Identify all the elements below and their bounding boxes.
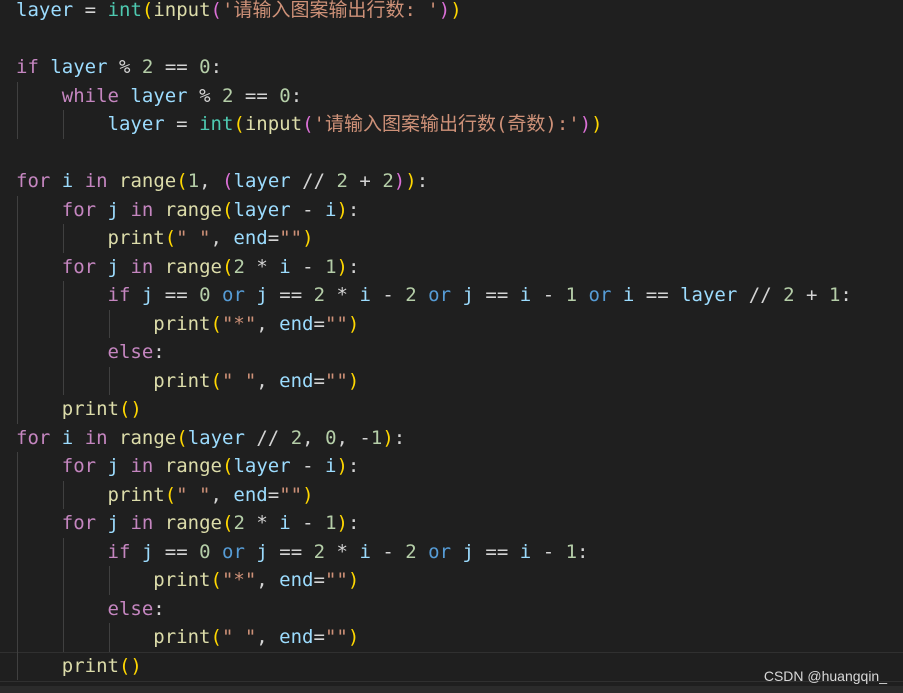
- code-text: print(" ", end=""): [153, 369, 360, 392]
- code-line[interactable]: for j in range(2 * i - 1):: [16, 509, 852, 538]
- code-line[interactable]: layer = int(input('请输入图案输出行数(奇数):')): [16, 110, 852, 139]
- code-line[interactable]: print(): [16, 395, 852, 424]
- watermark: CSDN @huangqin_: [763, 668, 887, 684]
- code-text: for i in range(layer // 2, 0, -1):: [16, 426, 406, 449]
- code-line[interactable]: print(" ", end=""): [16, 623, 852, 652]
- indent-guide: [17, 81, 18, 110]
- code-editor[interactable]: layer = int(input('请输入图案输出行数: ')) if laye…: [0, 0, 903, 693]
- code-text: if layer % 2 == 0:: [16, 56, 223, 78]
- indent-guide: [62, 623, 64, 652]
- indent-guide: [17, 594, 18, 623]
- indent-guide: [108, 623, 110, 652]
- indent-guide: [17, 395, 18, 424]
- code-line[interactable]: while layer % 2 == 0:: [16, 81, 852, 110]
- code-text: else:: [107, 597, 165, 620]
- code-line[interactable]: layer = int(input('请输入图案输出行数: ')): [16, 0, 852, 25]
- indent-guide: [17, 224, 18, 253]
- code-text: if j == 0 or j == 2 * i - 2 or j == i - …: [107, 540, 589, 563]
- code-area[interactable]: layer = int(input('请输入图案输出行数: ')) if laye…: [0, 0, 903, 682]
- indent-guide: [62, 281, 64, 310]
- code-text: else:: [107, 341, 165, 363]
- code-line[interactable]: for i in range(layer // 2, 0, -1):: [16, 424, 852, 453]
- code-text: while layer % 2 == 0:: [61, 84, 303, 107]
- code-text: for j in range(2 * i - 1):: [61, 255, 360, 278]
- indent-guide: [17, 110, 18, 139]
- indent-guide: [62, 338, 64, 367]
- indent-guide: [62, 537, 64, 566]
- code-line[interactable]: print("*", end=""): [16, 309, 852, 338]
- code-line[interactable]: print(" ", end=""): [16, 224, 852, 253]
- code-text: print(" ", end=""): [107, 227, 314, 249]
- indent-guide: [17, 366, 18, 395]
- indent-guide: [17, 281, 18, 310]
- code-line[interactable]: for j in range(2 * i - 1):: [16, 252, 852, 281]
- indent-guide: [17, 623, 18, 652]
- code-text: print("*", end=""): [153, 312, 360, 335]
- editor-bottom-bar: [0, 686, 903, 693]
- code-text: print("*", end=""): [153, 569, 360, 591]
- code-line[interactable]: else:: [16, 594, 852, 623]
- indent-guide: [17, 338, 18, 367]
- code-text: print(" ", end=""): [107, 483, 314, 506]
- code-line[interactable]: print(" ", end=""): [16, 366, 852, 395]
- code-text: for i in range(1, (layer // 2 + 2)):: [16, 170, 429, 192]
- indent-guide: [17, 195, 18, 224]
- indent-guide: [17, 309, 18, 338]
- indent-guide: [17, 252, 18, 281]
- code-line[interactable]: for i in range(1, (layer // 2 + 2)):: [16, 167, 852, 196]
- code-line[interactable]: for j in range(layer - i):: [16, 452, 852, 481]
- code-line[interactable]: if j == 0 or j == 2 * i - 2 or j == i - …: [16, 537, 852, 566]
- code-text: if j == 0 or j == 2 * i - 2 or j == i - …: [107, 284, 852, 306]
- code-line[interactable]: for j in range(layer - i):: [16, 195, 852, 224]
- indent-guide: [62, 566, 64, 595]
- code-text: print(" ", end=""): [153, 626, 360, 648]
- indent-guide: [17, 452, 18, 481]
- code-line[interactable]: if layer % 2 == 0:: [16, 53, 852, 82]
- code-line[interactable]: [16, 25, 852, 54]
- indent-guide: [62, 594, 64, 623]
- indent-guide: [17, 509, 18, 538]
- code-text: for j in range(2 * i - 1):: [61, 512, 360, 534]
- indent-guide: [108, 566, 110, 595]
- indent-guide: [62, 224, 64, 253]
- indent-guide: [62, 366, 64, 395]
- indent-guide: [17, 651, 18, 680]
- code-line[interactable]: print(): [0, 651, 903, 682]
- code-text: layer = int(input('请输入图案输出行数: ')): [16, 0, 462, 21]
- code-line[interactable]: [16, 139, 852, 168]
- code-line[interactable]: else:: [16, 338, 852, 367]
- code-line[interactable]: print(" ", end=""): [16, 480, 852, 509]
- indent-guide: [62, 110, 64, 139]
- indent-guide: [108, 366, 110, 395]
- code-text: for j in range(layer - i):: [61, 455, 360, 477]
- indent-guide: [62, 309, 64, 338]
- code-line[interactable]: if j == 0 or j == 2 * i - 2 or j == i - …: [16, 281, 852, 310]
- indent-guide: [17, 480, 18, 509]
- code-line[interactable]: print("*", end=""): [16, 566, 852, 595]
- indent-guide: [62, 480, 64, 509]
- code-text: print(): [61, 398, 142, 420]
- code-text: for j in range(layer - i):: [61, 198, 360, 221]
- indent-guide: [17, 537, 18, 566]
- indent-guide: [17, 566, 18, 595]
- indent-guide: [108, 309, 110, 338]
- code-text: layer = int(input('请输入图案输出行数(奇数):')): [107, 113, 603, 135]
